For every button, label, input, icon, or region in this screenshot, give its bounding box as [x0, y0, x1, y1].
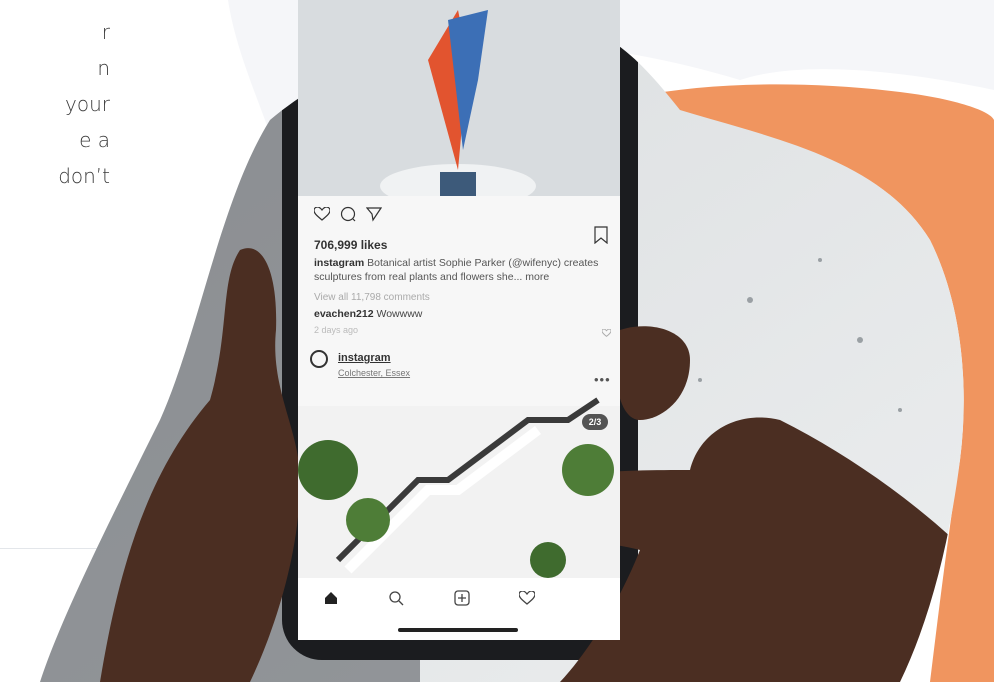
phone-screen: 706,999 likes instagram Botanical artist…: [298, 0, 620, 640]
more-options-icon[interactable]: •••: [594, 372, 611, 387]
comment-icon[interactable]: [340, 206, 356, 227]
instagram-logo-icon[interactable]: [310, 350, 328, 368]
bookmark-icon[interactable]: [594, 226, 608, 249]
carousel-counter: 2/3: [582, 414, 608, 430]
post-actions: [313, 206, 383, 227]
likes-count[interactable]: 706,999 likes: [314, 238, 387, 252]
next-post-username[interactable]: instagram: [338, 352, 391, 364]
comment-text: Wowwww: [376, 308, 423, 320]
home-icon[interactable]: [319, 586, 343, 610]
share-icon[interactable]: [365, 206, 383, 227]
comment-like-icon[interactable]: [601, 324, 612, 342]
search-icon[interactable]: [384, 586, 408, 610]
comment-username[interactable]: evachen212: [314, 308, 374, 320]
heart-icon[interactable]: [515, 586, 539, 610]
instagram-feed-screen: [298, 0, 620, 640]
tab-bar: [298, 578, 620, 618]
post-timestamp: 2 days ago: [314, 325, 359, 335]
next-post-location[interactable]: Colchester, Essex: [338, 368, 410, 378]
comment-row: evachen212 Wowwww: [314, 308, 422, 320]
home-indicator: [398, 628, 518, 632]
heart-icon[interactable]: [313, 206, 331, 226]
view-all-comments-link[interactable]: View all 11,798 comments: [314, 292, 430, 303]
add-post-icon[interactable]: [450, 586, 474, 610]
post-caption: instagram Botanical artist Sophie Parker…: [314, 256, 614, 284]
caption-username[interactable]: instagram: [314, 257, 364, 269]
